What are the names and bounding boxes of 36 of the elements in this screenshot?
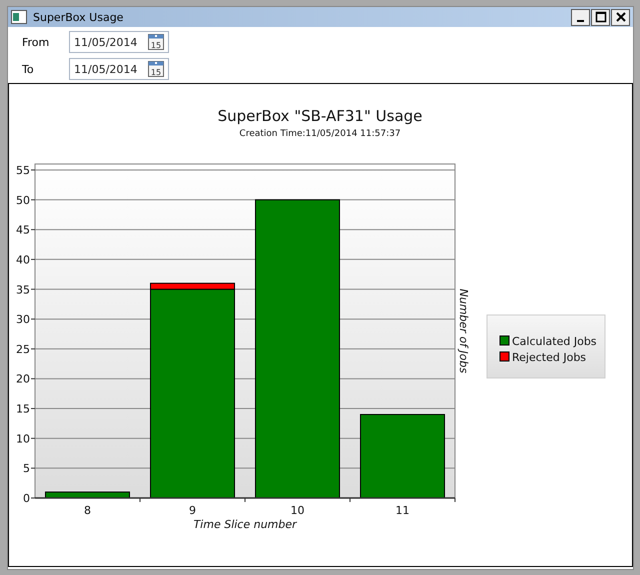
date-field[interactable]: 11/05/2014 15 xyxy=(69,58,169,80)
legend-label: Calculated Jobs xyxy=(512,335,597,348)
y-tick-label: 45 xyxy=(16,224,30,237)
x-axis-title: Time Slice number xyxy=(193,518,297,531)
y-tick-label: 10 xyxy=(16,432,30,446)
x-tick-label: 11 xyxy=(396,504,410,517)
y-axis-title: Number of Jobs xyxy=(457,288,470,374)
field-label: To xyxy=(22,62,35,76)
y-tick-label: 20 xyxy=(16,372,30,386)
y-tick-label: 30 xyxy=(16,313,30,326)
y-tick-label: 35 xyxy=(16,283,30,296)
calendar-icon[interactable]: 15 xyxy=(147,60,165,78)
y-tick-label: 50 xyxy=(16,194,30,207)
window-title: SuperBox Usage xyxy=(33,10,124,24)
calendar-icon[interactable]: 15 xyxy=(147,33,165,51)
y-tick-label: 15 xyxy=(16,402,30,416)
minimize-button[interactable] xyxy=(571,8,590,26)
field-label: From xyxy=(22,36,50,48)
maximize-button[interactable] xyxy=(591,8,610,26)
y-tick-label: 25 xyxy=(16,342,30,356)
chart-title: SuperBox "SB-AF31" Usage xyxy=(218,107,422,125)
y-tick-label: 55 xyxy=(16,164,30,177)
y-tick-label: 40 xyxy=(16,253,30,266)
chart-subtitle: Creation Time:11/05/2014 11:57:37 xyxy=(239,129,401,139)
date-field[interactable]: 11/05/2014 15 xyxy=(69,31,169,53)
y-tick-label: 0 xyxy=(23,492,30,505)
x-tick-label: 9 xyxy=(189,504,196,517)
y-tick-label: 5 xyxy=(23,462,30,476)
minimize-icon xyxy=(577,20,584,22)
x-tick-label: 8 xyxy=(84,504,91,517)
x-tick-label: 10 xyxy=(290,504,304,517)
maximize-icon xyxy=(594,11,606,23)
close-button[interactable] xyxy=(611,8,630,26)
window-icon xyxy=(11,10,27,24)
legend-label: Rejected Jobs xyxy=(512,351,586,364)
close-icon xyxy=(614,11,626,23)
